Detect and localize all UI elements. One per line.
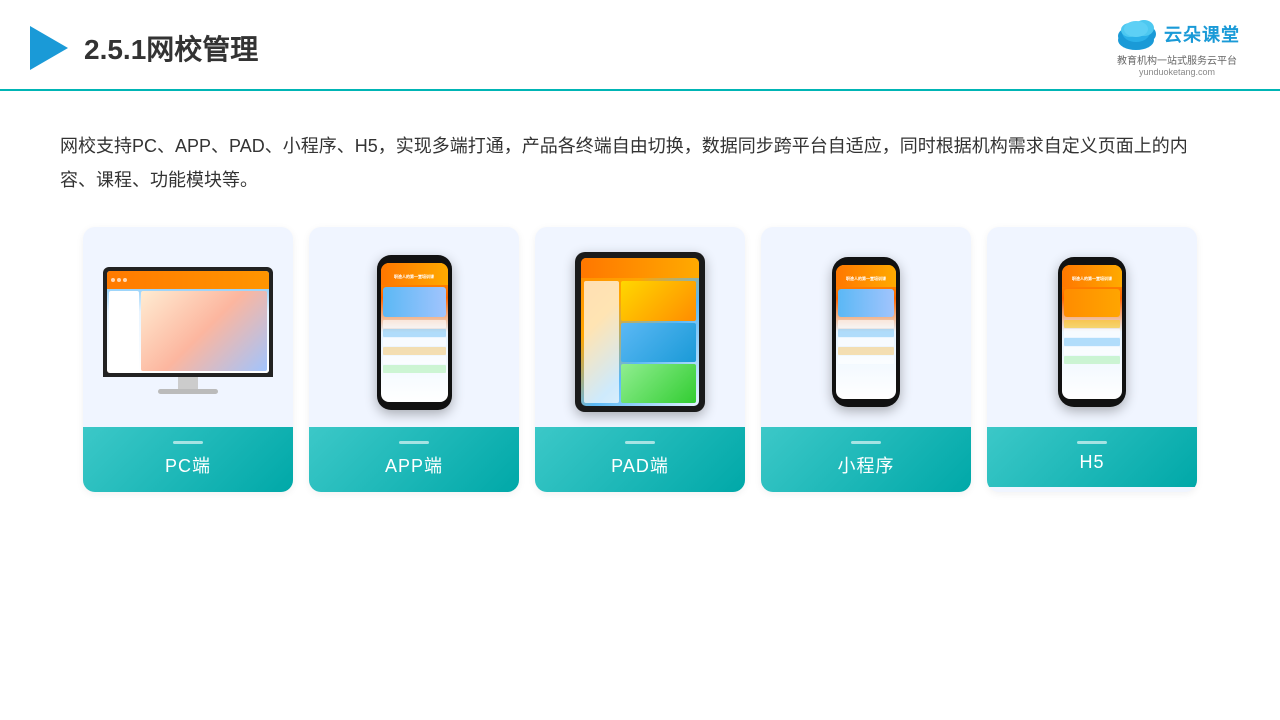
card-pc: PC端 — [83, 227, 293, 492]
tablet-pad-icon — [575, 252, 705, 412]
card-mini-label: 小程序 — [761, 427, 971, 492]
card-mini-image: 职途人的第一堂培训课 — [761, 227, 971, 427]
header-left: 2.5.1网校管理 — [30, 26, 258, 70]
play-icon — [30, 26, 68, 70]
logo-area: 云朵课堂 教育机构一站式服务云平台 yunduoketang.com — [1114, 18, 1240, 77]
card-h5-image: 职途人的第一堂培训课 — [987, 227, 1197, 427]
card-pad: PAD端 — [535, 227, 745, 492]
cards-container: PC端 职途人的第一堂培训课 — [0, 217, 1280, 492]
card-pad-image — [535, 227, 745, 427]
cloud-logo-icon — [1114, 18, 1158, 50]
card-app: 职途人的第一堂培训课 — [309, 227, 519, 492]
pc-monitor-icon — [103, 267, 273, 397]
card-pc-image — [83, 227, 293, 427]
card-pc-label: PC端 — [83, 427, 293, 492]
description-text: 网校支持PC、APP、PAD、小程序、H5，实现多端打通，产品各终端自由切换，数… — [60, 129, 1220, 197]
logo-tagline: 教育机构一站式服务云平台 — [1117, 52, 1237, 67]
phone-h5-icon: 职途人的第一堂培训课 — [1058, 257, 1126, 407]
logo-cloud: 云朵课堂 — [1114, 18, 1240, 50]
phone-mini-icon: 职途人的第一堂培训课 — [832, 257, 900, 407]
card-app-image: 职途人的第一堂培训课 — [309, 227, 519, 427]
card-h5: 职途人的第一堂培训课 H5 — [987, 227, 1197, 492]
card-h5-label: H5 — [987, 427, 1197, 487]
card-pad-label: PAD端 — [535, 427, 745, 492]
description: 网校支持PC、APP、PAD、小程序、H5，实现多端打通，产品各终端自由切换，数… — [0, 91, 1280, 217]
card-mini: 职途人的第一堂培训课 小程序 — [761, 227, 971, 492]
logo-name: 云朵课堂 — [1164, 21, 1240, 47]
phone-app-icon: 职途人的第一堂培训课 — [377, 255, 452, 410]
page-title: 2.5.1网校管理 — [84, 28, 258, 68]
card-app-label: APP端 — [309, 427, 519, 492]
header: 2.5.1网校管理 云朵课堂 教育机构一站式服务云平台 yunduoketang… — [0, 0, 1280, 91]
logo-url: yunduoketang.com — [1139, 67, 1215, 77]
